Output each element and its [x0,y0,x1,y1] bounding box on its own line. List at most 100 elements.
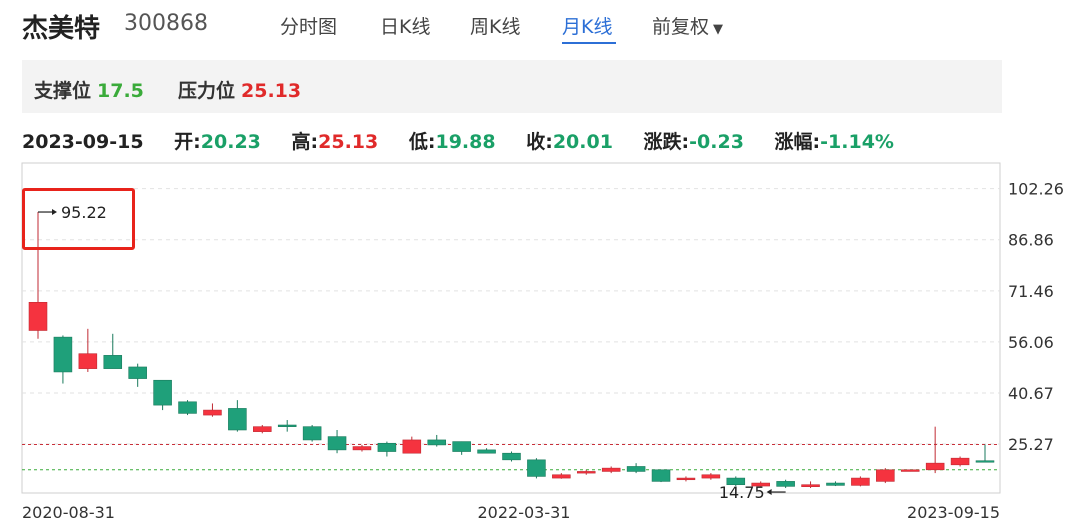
y-tick-label: 102.26 [1008,180,1064,199]
candle-body [477,449,496,454]
candle-body [502,452,521,461]
pressure-level: 压力位 25.13 [178,76,301,103]
candle-body [178,401,197,414]
quote-close: 收:20.01 [526,131,613,153]
candle-body [801,484,820,487]
min-arrowhead-icon [766,489,772,496]
quote-high: 高:25.13 [292,131,379,153]
candle-body [601,467,621,472]
candle-body [253,426,272,432]
candle-body [153,379,172,406]
min-price-label: 14.75 [719,483,765,502]
open-label: 开: [174,131,201,153]
stock-code: 300868 [124,11,208,36]
candle [826,481,845,487]
candle [527,458,546,479]
candles [28,212,995,489]
change-label: 涨跌: [643,131,690,153]
candle-body [676,477,696,481]
monthly-k-chart[interactable]: 102.26 86.86 71.46 56.06 40.67 25.27 2020-08-… [0,160,1081,531]
candle [701,473,721,480]
candle-body [576,471,596,474]
support-label: 支撑位 [34,80,92,102]
stock-name: 杰美特 [22,14,101,44]
tab-intraday[interactable]: 分时图 [280,12,337,39]
x-axis-label: 2023-09-15 [907,503,1000,522]
quote-low: 低:19.88 [409,131,496,153]
candle-body [950,457,970,466]
candle-body [128,366,147,379]
low-label: 低: [408,131,436,153]
candle-body [552,474,571,479]
quote-date: 2023-09-15 [22,131,144,153]
support-pressure-bar: 支撑位 17.5 压力位 25.13 [22,60,1002,113]
candle-body [402,439,422,454]
y-tick-label: 86.86 [1008,231,1054,250]
pct-label: 涨幅: [774,131,821,153]
candle [925,426,945,474]
candle [53,335,73,384]
candle [128,363,147,387]
quote-pct-change: 涨幅:-1.14% [775,131,894,153]
y-tick-label: 25.27 [1008,435,1054,454]
pressure-label: 压力位 [178,80,236,102]
candle-body [302,426,322,441]
support-value: 17.5 [97,80,144,102]
stock-header: 杰美特 300868 分时图 日K线 周K线 月K线 前复权 ▼ [0,0,1081,52]
y-tick-label: 56.06 [1008,333,1054,352]
candle-body [701,474,721,479]
tab-monthly-k[interactable]: 月K线 [562,12,612,39]
candle [327,429,347,454]
candle [801,481,820,489]
y-tick-label: 40.67 [1008,384,1054,403]
tab-daily-k[interactable]: 日K线 [380,12,430,39]
candle-body [851,477,870,486]
candle-body [826,482,845,486]
candle-body [876,469,895,482]
chart-gridlines [22,188,1000,445]
candle-body [925,462,945,471]
candle [203,403,222,417]
adjustment-dropdown[interactable]: 前复权 ▼ [652,12,723,39]
candle [900,469,920,472]
candle [153,379,172,411]
candle-body [776,481,795,487]
candle [676,476,696,482]
candle-body [28,301,48,331]
quote-change: 涨跌:-0.23 [644,131,744,153]
candle [651,469,671,483]
y-axis-ticks: 102.26 86.86 71.46 56.06 40.67 25.27 [1008,180,1064,454]
candle-body [78,353,98,369]
x-axis-label: 2022-03-31 [478,503,571,522]
low-value: 19.88 [435,131,496,153]
candle [552,473,571,479]
pct-value: -1.14% [820,131,894,153]
candle [302,425,322,442]
x-axis-label: 2020-08-31 [22,503,115,522]
candle-body [352,446,372,451]
tab-weekly-k[interactable]: 周K线 [470,12,520,39]
active-tab-underline [562,42,616,44]
max-price-highlight-box [22,188,135,250]
candle-body [527,459,546,477]
change-value: -0.23 [689,131,744,153]
candle-body [277,424,297,427]
candle [452,441,471,455]
candle [103,333,123,369]
quote-info-row: 2023-09-15 开:20.23 高:25.13 低:19.88 收:20.… [22,127,918,154]
caret-down-icon: ▼ [713,22,724,37]
candle [377,441,397,457]
support-level: 支撑位 17.5 [34,76,144,103]
pressure-value: 25.13 [241,80,302,102]
chart-annotations: 95.2214.75 [38,203,786,502]
open-value: 20.23 [200,131,261,153]
candle [601,466,621,474]
candle-body [452,441,471,452]
candle-body [228,408,247,431]
candle [502,451,521,462]
quote-open: 开:20.23 [174,131,261,153]
candle [477,448,496,454]
candle [178,400,197,416]
candle [576,469,596,475]
candle [277,420,297,432]
